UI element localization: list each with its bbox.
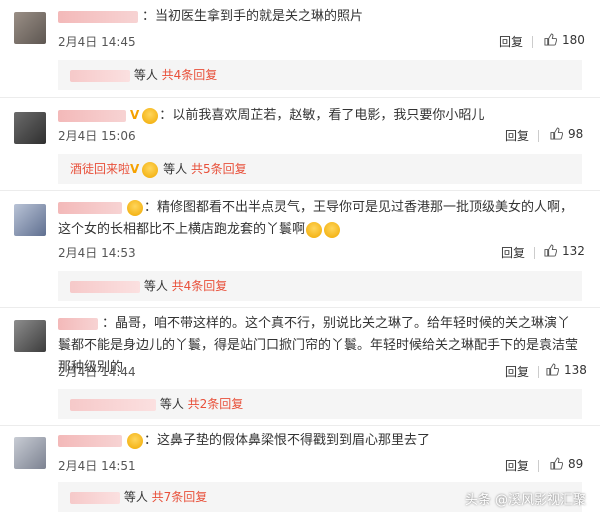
avatar[interactable] bbox=[14, 320, 46, 352]
reply-button[interactable]: 回复 bbox=[505, 457, 529, 474]
divider bbox=[534, 247, 535, 259]
comment-text: 这鼻子垫的假体鼻梁恨不得戳到到眉心那里去了 bbox=[157, 433, 431, 448]
like-button[interactable]: 132 bbox=[544, 244, 585, 258]
comment-text: 晶哥，咱不带这样的。这个真不行，别说比关之琳了。给年轻时候的关之琳演丫鬟都不能是… bbox=[58, 316, 579, 375]
thumbs-up-icon bbox=[550, 127, 563, 140]
avatar[interactable] bbox=[14, 204, 46, 236]
divider bbox=[538, 460, 539, 472]
avatar[interactable] bbox=[14, 12, 46, 44]
username[interactable] bbox=[58, 201, 122, 214]
username[interactable] bbox=[58, 434, 122, 447]
reply-usernames[interactable] bbox=[70, 491, 120, 504]
like-count: 132 bbox=[562, 244, 585, 258]
username[interactable] bbox=[58, 317, 98, 330]
like-button[interactable]: 180 bbox=[544, 33, 585, 47]
view-replies-link[interactable]: 共7条回复 bbox=[152, 490, 208, 504]
cry-emoji-icon bbox=[306, 221, 323, 238]
sub-replies-box: 酒徒回来啦V 等人 共5条回复 bbox=[58, 154, 582, 184]
reply-button[interactable]: 回复 bbox=[501, 244, 525, 261]
reply-usernames[interactable] bbox=[70, 398, 156, 411]
sub-replies-box: 等人 共4条回复 bbox=[58, 60, 582, 90]
cry-emoji-icon bbox=[324, 221, 341, 238]
view-replies-link[interactable]: 共4条回复 bbox=[172, 279, 228, 293]
reply-usernames[interactable] bbox=[70, 280, 140, 293]
sub-replies-suffix: 等人 bbox=[143, 279, 168, 293]
comment-date: 2月4日 14:45 bbox=[58, 35, 136, 49]
reply-usernames[interactable] bbox=[70, 69, 130, 82]
sub-replies-suffix: 等人 bbox=[133, 68, 158, 82]
comment-date: 2月4日 14:53 bbox=[58, 246, 136, 260]
view-replies-link[interactable]: 共2条回复 bbox=[188, 397, 244, 411]
reply-username[interactable]: 酒徒回来啦 bbox=[70, 162, 130, 176]
username[interactable] bbox=[58, 109, 126, 122]
like-count: 89 bbox=[568, 457, 584, 471]
divider bbox=[532, 36, 533, 48]
comment-text: 以前我喜欢周芷若，赵敏，看了电影，我只要你小昭儿 bbox=[172, 108, 485, 123]
comment-text-line: ：精修图都看不出半点灵气，王导你可是见过香港那一批顶级美女的人啊，这个女的长相都… bbox=[58, 199, 574, 238]
separator bbox=[0, 97, 600, 98]
emoji-icon bbox=[127, 432, 143, 449]
emoji-icon bbox=[142, 107, 159, 124]
username[interactable] bbox=[58, 10, 138, 23]
comment-date: 2月4日 14:51 bbox=[58, 459, 136, 473]
like-button[interactable]: 98 bbox=[550, 127, 583, 141]
v-badge-icon: V bbox=[130, 162, 140, 176]
thumbs-up-icon bbox=[546, 363, 559, 376]
emoji-icon bbox=[127, 199, 143, 216]
sub-replies-box: 等人 共4条回复 bbox=[58, 271, 582, 301]
reply-button[interactable]: 回复 bbox=[499, 33, 523, 50]
sub-replies-box: 等人 共2条回复 bbox=[58, 389, 582, 419]
sub-replies-suffix: 等人 bbox=[159, 397, 184, 411]
sub-replies-suffix: 等人 bbox=[163, 162, 188, 176]
separator bbox=[0, 190, 600, 191]
emoji-icon bbox=[142, 161, 159, 178]
v-badge-icon: V bbox=[130, 108, 140, 122]
divider bbox=[538, 130, 539, 142]
like-count: 98 bbox=[568, 127, 584, 141]
avatar[interactable] bbox=[14, 112, 46, 144]
comment-text-line: V ：以前我喜欢周芷若，赵敏，看了电影，我只要你小昭儿 bbox=[58, 104, 578, 127]
comment-text-line: ：晶哥，咱不带这样的。这个真不行，别说比关之琳了。给年轻时候的关之琳演丫鬟都不能… bbox=[58, 316, 579, 375]
reply-button[interactable]: 回复 bbox=[505, 363, 529, 380]
avatar[interactable] bbox=[14, 437, 46, 469]
separator bbox=[0, 307, 600, 308]
view-replies-link[interactable]: 共4条回复 bbox=[162, 68, 218, 82]
thumbs-up-icon bbox=[550, 457, 563, 470]
divider bbox=[538, 366, 539, 378]
like-count: 180 bbox=[562, 33, 585, 47]
thumbs-up-icon bbox=[544, 244, 557, 257]
sub-replies-suffix: 等人 bbox=[123, 490, 148, 504]
comment-text-line: ：这鼻子垫的假体鼻梁恨不得戳到到眉心那里去了 bbox=[58, 430, 578, 452]
separator bbox=[0, 425, 600, 426]
comment-date: 2月4日 15:06 bbox=[58, 129, 136, 143]
like-button[interactable]: 138 bbox=[546, 363, 587, 377]
like-button[interactable]: 89 bbox=[550, 457, 583, 471]
comment-text-line: ：当初医生拿到手的就是关之琳的照片 bbox=[58, 6, 578, 28]
comment-date: 2月4日 14:44 bbox=[58, 365, 136, 379]
view-replies-link[interactable]: 共5条回复 bbox=[191, 162, 247, 176]
like-count: 138 bbox=[564, 363, 587, 377]
reply-button[interactable]: 回复 bbox=[505, 127, 529, 144]
thumbs-up-icon bbox=[544, 33, 557, 46]
comment-text: 当初医生拿到手的就是关之琳的照片 bbox=[155, 9, 364, 24]
watermark: 头条 @溪风影视汇聚 bbox=[464, 493, 586, 508]
